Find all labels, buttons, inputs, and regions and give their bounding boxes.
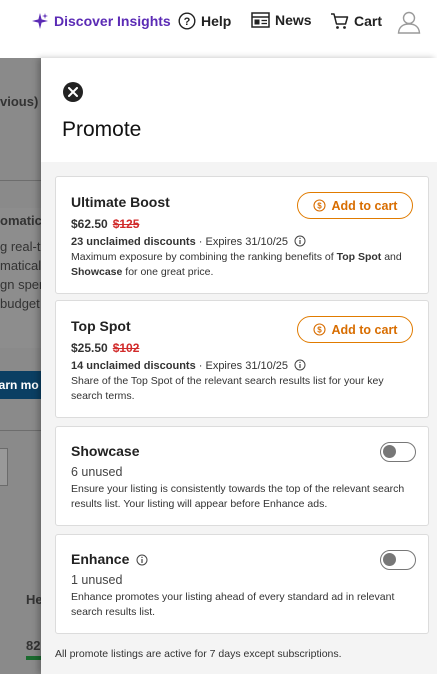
- current-price: $62.50: [71, 217, 108, 231]
- news-link[interactable]: News: [251, 12, 312, 28]
- discover-insights-label: Discover Insights: [54, 13, 171, 29]
- card-description: Ensure your listing is consistently towa…: [71, 483, 405, 510]
- card-title: Top Spot: [71, 318, 131, 334]
- news-label: News: [275, 12, 312, 28]
- promo-card-showcase: Showcase 6 unused Ensure your listing is…: [55, 426, 429, 526]
- expiry-text: · Expires 31/10/25: [195, 236, 289, 248]
- background-text-line: matical: [0, 258, 42, 273]
- toggle-knob: [383, 553, 396, 566]
- svg-text:$: $: [317, 326, 322, 335]
- card-description: Maximum exposure by combining the rankin…: [71, 251, 402, 278]
- cart-icon: [331, 13, 349, 29]
- panel-title: Promote: [62, 118, 142, 141]
- discount-count: 14 unclaimed discounts: [71, 360, 196, 372]
- price-row: $25.50 $102: [71, 341, 139, 355]
- coin-icon: $: [312, 323, 326, 336]
- discount-row: 23 unclaimed discounts · Expires 31/10/2…: [71, 235, 306, 248]
- discount-count: 23 unclaimed discounts: [71, 236, 196, 248]
- promo-card-enhance: Enhance 1 unused Enhance promotes your l…: [55, 534, 429, 634]
- svg-text:$: $: [317, 202, 322, 211]
- add-to-cart-label: Add to cart: [331, 198, 398, 213]
- coin-icon: $: [312, 199, 326, 212]
- svg-text:?: ?: [184, 16, 191, 28]
- original-price: $102: [112, 341, 140, 355]
- top-navigation: Discover Insights ? Help News Cart: [0, 0, 437, 46]
- card-title-row: Enhance: [71, 551, 148, 567]
- original-price: $125: [112, 217, 140, 231]
- sparkle-icon: [32, 13, 48, 29]
- add-to-cart-button[interactable]: $ Add to cart: [297, 192, 413, 219]
- showcase-toggle[interactable]: [380, 442, 416, 462]
- card-title: Enhance: [71, 551, 130, 567]
- background-number: 82: [26, 638, 41, 653]
- help-icon: ?: [178, 12, 196, 30]
- help-label: Help: [201, 13, 232, 29]
- card-description: Share of the Top Spot of the relevant se…: [71, 375, 384, 402]
- price-row: $62.50 $125: [71, 217, 139, 231]
- panel-header: Promote: [41, 58, 437, 162]
- close-button[interactable]: [63, 82, 83, 102]
- promo-card-ultimate-boost: Ultimate Boost $62.50 $125 23 unclaimed d…: [55, 176, 429, 294]
- card-title: Ultimate Boost: [71, 194, 170, 210]
- background-text-line: gn spen: [0, 277, 47, 292]
- expiry-text: · Expires 31/10/25: [195, 360, 289, 372]
- enhance-toggle[interactable]: [380, 550, 416, 570]
- add-to-cart-label: Add to cart: [331, 322, 398, 337]
- add-to-cart-button[interactable]: $ Add to cart: [297, 316, 413, 343]
- user-account-button[interactable]: [397, 10, 421, 39]
- background-text-line: budget: [0, 296, 40, 311]
- background-heading: omatic: [0, 213, 42, 228]
- user-icon: [397, 11, 421, 34]
- cart-label: Cart: [354, 13, 383, 29]
- promo-card-top-spot: Top Spot $25.50 $102 14 unclaimed discoun…: [55, 300, 429, 418]
- info-icon[interactable]: [294, 235, 306, 247]
- toggle-knob: [383, 445, 396, 458]
- info-icon[interactable]: [136, 554, 148, 566]
- unused-count: 1 unused: [71, 573, 123, 587]
- card-description: Enhance promotes your listing ahead of e…: [71, 591, 395, 618]
- background-text-line: g real-t: [0, 239, 41, 254]
- promote-panel: Promote Ultimate Boost $62.50 $125 23 unc…: [41, 58, 437, 674]
- help-link[interactable]: ? Help: [178, 12, 231, 30]
- discount-row: 14 unclaimed discounts · Expires 31/10/2…: [71, 359, 306, 372]
- close-icon: [68, 87, 78, 97]
- discover-insights-link[interactable]: Discover Insights: [31, 12, 171, 30]
- unused-count: 6 unused: [71, 465, 123, 479]
- info-icon[interactable]: [294, 359, 306, 371]
- card-title: Showcase: [71, 443, 140, 459]
- news-icon: [251, 12, 270, 28]
- cart-link[interactable]: Cart: [330, 12, 382, 30]
- background-previous-link: vious): [0, 94, 39, 109]
- footer-note: All promote listings are active for 7 da…: [55, 648, 342, 660]
- background-input: [0, 448, 8, 486]
- current-price: $25.50: [71, 341, 108, 355]
